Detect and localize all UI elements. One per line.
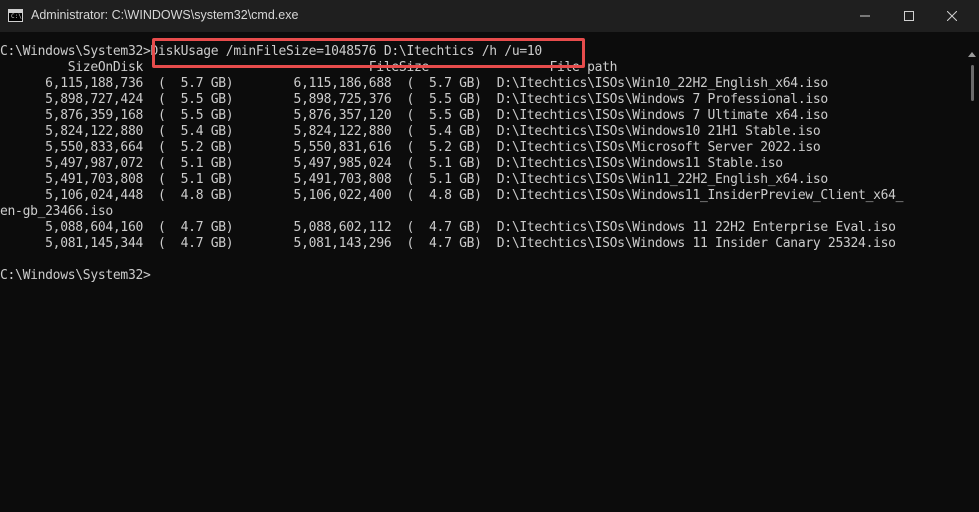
console-output[interactable]: C:\Windows\System32>DiskUsage /minFileSi… (0, 44, 966, 504)
maximize-icon (904, 11, 914, 21)
console-line-prompt: C:\Windows\System32> (0, 268, 151, 283)
close-button[interactable] (929, 0, 979, 32)
minimize-button[interactable] (842, 0, 888, 32)
console-line-row: 5,898,727,424 ( 5.5 GB) 5,898,725,376 ( … (0, 92, 828, 107)
cmd-window: C:\ Administrator: C:\WINDOWS\system32\c… (0, 0, 979, 512)
vertical-scrollbar[interactable] (966, 32, 979, 512)
console-line-row: 5,491,703,808 ( 5.1 GB) 5,491,703,808 ( … (0, 172, 828, 187)
scroll-thumb[interactable] (971, 65, 974, 101)
console-line-row: 5,550,833,664 ( 5.2 GB) 5,550,831,616 ( … (0, 140, 821, 155)
console-line-command: C:\Windows\System32>DiskUsage /minFileSi… (0, 44, 542, 59)
title-bar[interactable]: C:\ Administrator: C:\WINDOWS\system32\c… (0, 0, 979, 32)
console-line-row: 5,081,145,344 ( 4.7 GB) 5,081,143,296 ( … (0, 236, 896, 251)
cmd-app-icon[interactable]: C:\ (8, 9, 23, 22)
console-line-row-wrap: en-gb_23466.iso (0, 204, 113, 219)
minimize-icon (860, 15, 870, 17)
console-line-row: 5,088,604,160 ( 4.7 GB) 5,088,602,112 ( … (0, 220, 896, 235)
maximize-button[interactable] (886, 0, 932, 32)
console-line-row: 6,115,188,736 ( 5.7 GB) 6,115,186,688 ( … (0, 76, 828, 91)
console-line-row: 5,106,024,448 ( 4.8 GB) 5,106,022,400 ( … (0, 188, 904, 203)
scroll-up-arrow-icon[interactable] (968, 52, 976, 57)
app-icon-prompt: C:\ (11, 13, 22, 20)
console-line-blank (0, 252, 966, 268)
console-line-row: 5,497,987,072 ( 5.1 GB) 5,497,985,024 ( … (0, 156, 783, 171)
console-line-row: 5,876,359,168 ( 5.5 GB) 5,876,357,120 ( … (0, 108, 828, 123)
console-line-row: 5,824,122,880 ( 5.4 GB) 5,824,122,880 ( … (0, 124, 821, 139)
console-line-header: SizeOnDisk FileSize File path (0, 60, 618, 75)
window-title: Administrator: C:\WINDOWS\system32\cmd.e… (31, 8, 299, 22)
close-icon (947, 11, 957, 21)
